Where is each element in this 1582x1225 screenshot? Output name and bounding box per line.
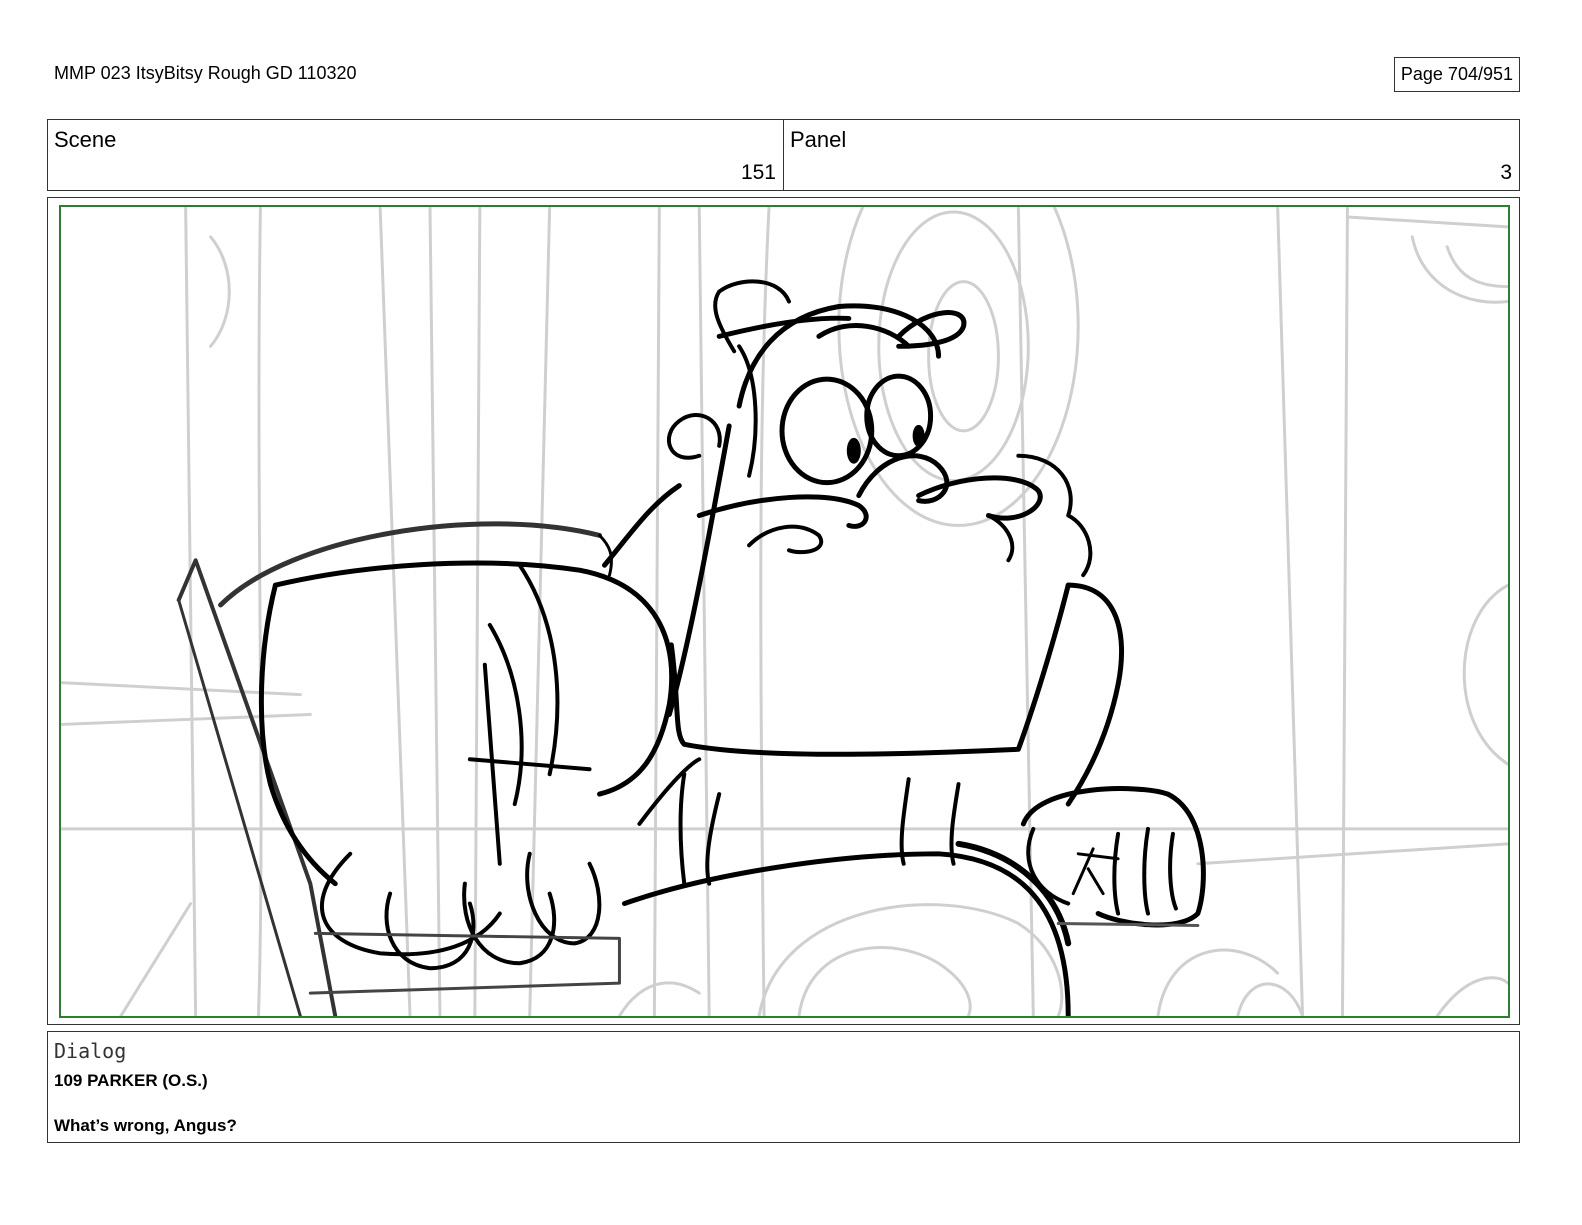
scene-number: 151 bbox=[740, 161, 776, 184]
storyboard-safe-area bbox=[59, 205, 1510, 1018]
panel-number: 3 bbox=[1500, 161, 1512, 184]
storyboard-panel-frame bbox=[47, 197, 1520, 1025]
document-title: MMP 023 ItsyBitsy Rough GD 110320 bbox=[54, 63, 357, 83]
dialog-box: Dialog 109 PARKER (O.S.) What’s wrong, A… bbox=[47, 1031, 1520, 1143]
page-indicator: Page 704/951 bbox=[1393, 57, 1520, 92]
scene-label: Scene bbox=[54, 127, 117, 152]
storyboard-sketch bbox=[61, 207, 1508, 1016]
dialog-line: What’s wrong, Angus? bbox=[54, 1116, 237, 1135]
dialog-label: Dialog bbox=[54, 1039, 127, 1063]
scene-panel-header: Scene 151 Panel 3 bbox=[47, 119, 1520, 191]
scene-cell: Scene 151 bbox=[48, 120, 783, 190]
dialog-speaker: 109 PARKER (O.S.) bbox=[54, 1071, 208, 1090]
panel-label: Panel bbox=[790, 127, 847, 152]
character-angus-sketch bbox=[176, 279, 1206, 1016]
panel-cell: Panel 3 bbox=[783, 120, 1519, 190]
